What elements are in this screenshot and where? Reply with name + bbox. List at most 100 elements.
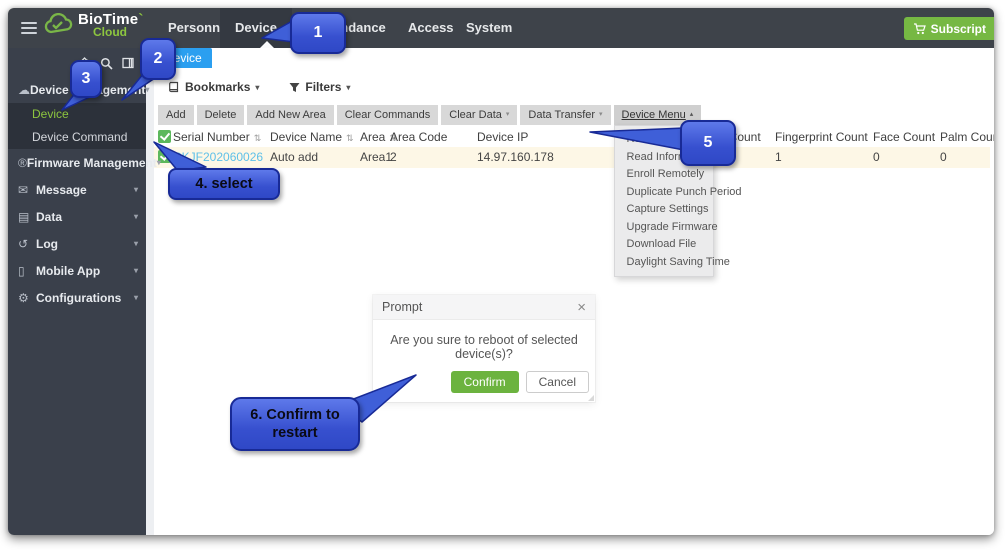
callout-step-3: 3 (70, 60, 102, 98)
sidebar: ☁ Device Management ▾ Device Device Comm… (8, 48, 146, 535)
clear-commands-button[interactable]: Clear Commands (337, 105, 439, 125)
panel-icon[interactable] (122, 57, 134, 69)
delete-button[interactable]: Delete (197, 105, 245, 125)
dialog-message: Are you sure to reboot of selected devic… (373, 320, 595, 371)
column-palm-count: Palm Count (940, 127, 994, 147)
column-area-code: Area Code (390, 127, 447, 147)
column-device-ip: Device IP (477, 127, 528, 147)
sidebar-item-label: Message (36, 183, 87, 197)
sidebar-item-log[interactable]: ↺ Log ▾ (8, 230, 146, 257)
prompt-dialog: Prompt × Are you sure to reboot of selec… (373, 295, 595, 402)
cell-serial-number[interactable]: CKJF202060026 (173, 147, 263, 167)
cart-icon (913, 23, 926, 35)
device-toolbar: Add Delete Add New Area Clear Commands C… (158, 105, 701, 125)
callout-step-2: 2 (140, 38, 176, 80)
nav-item-system[interactable]: System (466, 8, 512, 48)
cell-fingerprint-count: 1 (775, 147, 782, 167)
chevron-down-icon: ▾ (134, 266, 138, 275)
message-icon: ✉ (18, 183, 36, 197)
history-icon: ↺ (18, 237, 36, 251)
callout-step-1: 1 (290, 12, 346, 54)
cloud-logo-icon (44, 13, 74, 37)
bookmarks-label: Bookmarks (185, 80, 250, 94)
gears-icon: ⚙ (18, 291, 36, 305)
menu-item-daylight-saving-time[interactable]: Daylight Saving Time (615, 254, 713, 272)
subscription-label: Subscript (931, 22, 986, 36)
table-row: CKJF202060026 Auto add Area1 2 14.97.160… (154, 147, 990, 168)
filters-label: Filters (305, 80, 341, 94)
content-gutter (146, 48, 154, 535)
sidebar-item-data[interactable]: ▤ Data ▾ (8, 203, 146, 230)
menu-item-download-file[interactable]: Download File (615, 236, 713, 254)
add-button[interactable]: Add (158, 105, 194, 125)
cell-palm-count: 0 (940, 147, 947, 167)
chevron-down-icon: ▾ (255, 83, 259, 92)
chevron-down-icon: ▾ (599, 105, 603, 125)
cell-face-count: 0 (873, 147, 880, 167)
callout-step-6-line2: restart (272, 424, 317, 442)
nav-item-access[interactable]: Access (408, 8, 454, 48)
dialog-title: Prompt (382, 300, 422, 314)
device-management-submenu: Device Device Command (8, 103, 146, 149)
cell-area-code: 2 (390, 147, 397, 167)
sidebar-item-mobile-app[interactable]: ▯ Mobile App ▾ (8, 257, 146, 284)
cell-device-ip: 14.97.160.178 (477, 147, 554, 167)
callout-step-6-line1: 6. Confirm to (250, 406, 339, 424)
sidebar-item-configurations[interactable]: ⚙ Configurations ▾ (8, 284, 146, 311)
cancel-button[interactable]: Cancel (526, 371, 589, 393)
select-all-checkbox[interactable] (158, 130, 171, 143)
sidebar-item-label: Configurations (36, 291, 121, 305)
sidebar-item-label: Data (36, 210, 62, 224)
sort-icon[interactable]: ⇅ (346, 133, 354, 143)
chevron-down-icon: ▾ (145, 85, 149, 94)
chevron-down-icon: ▾ (134, 239, 138, 248)
callout-step-5: 5 (680, 120, 736, 166)
close-icon[interactable]: × (577, 300, 586, 315)
clear-data-button[interactable]: Clear Data▾ (441, 105, 517, 125)
callout-step-4: 4. select (168, 168, 280, 200)
chevron-down-icon: ▾ (134, 293, 138, 302)
active-tab-caret (260, 41, 274, 48)
logo: BioTime` Cloud (44, 12, 144, 38)
app-window: BioTime` Cloud Personnel Device Attendan… (8, 8, 994, 535)
database-icon: ▤ (18, 210, 36, 224)
menu-item-upgrade-firmware[interactable]: Upgrade Firmware (615, 219, 713, 237)
device-management-icon: ☁ (18, 83, 30, 97)
data-transfer-button[interactable]: Data Transfer▾ (520, 105, 610, 125)
chevron-down-icon: ▾ (506, 105, 510, 125)
nav-item-device[interactable]: Device (220, 8, 292, 48)
funnel-icon (289, 82, 300, 93)
sidebar-item-label: Mobile App (36, 264, 100, 278)
chevron-down-icon: ▾ (134, 212, 138, 221)
chevron-down-icon: ▾ (346, 83, 350, 92)
hamburger-menu-icon[interactable] (21, 22, 37, 34)
bookmarks-dropdown[interactable]: Bookmarks ▾ (168, 80, 259, 94)
menu-item-duplicate-punch-period[interactable]: Duplicate Punch Period (615, 184, 713, 202)
menu-item-capture-settings[interactable]: Capture Settings (615, 201, 713, 219)
mobile-icon: ▯ (18, 264, 36, 278)
confirm-button[interactable]: Confirm (451, 371, 519, 393)
sidebar-item-label: Firmware Management (27, 156, 157, 170)
column-face-count: Face Count (873, 127, 935, 147)
resize-handle[interactable] (588, 395, 594, 401)
sidebar-item-label: Log (36, 237, 58, 251)
table-header: Serial Number⇅ Device Name⇅ Area⇅ Area C… (154, 127, 990, 148)
menu-item-enroll-remotely[interactable]: Enroll Remotely (615, 166, 713, 184)
cell-area: Area1 (360, 147, 392, 167)
sidebar-item-device-command[interactable]: Device Command (8, 126, 146, 149)
filters-dropdown[interactable]: Filters ▾ (289, 80, 350, 94)
cell-device-name: Auto add (270, 147, 318, 167)
column-device-name[interactable]: Device Name⇅ (270, 127, 354, 147)
add-new-area-button[interactable]: Add New Area (247, 105, 333, 125)
column-fingerprint-count: Fingerprint Count (775, 127, 868, 147)
sidebar-item-device[interactable]: Device (8, 103, 146, 126)
callout-step-6: 6. Confirm to restart (230, 397, 360, 451)
column-serial-number[interactable]: Serial Number⇅ (173, 127, 261, 147)
registered-icon: ® (18, 156, 27, 170)
sidebar-item-firmware-management[interactable]: ® Firmware Management ▾ (8, 149, 146, 176)
chevron-down-icon: ▾ (134, 185, 138, 194)
sort-icon[interactable]: ⇅ (254, 133, 262, 143)
brand-accent: ` (138, 11, 143, 28)
subscription-button[interactable]: Subscript (904, 17, 994, 40)
sidebar-item-message[interactable]: ✉ Message ▾ (8, 176, 146, 203)
